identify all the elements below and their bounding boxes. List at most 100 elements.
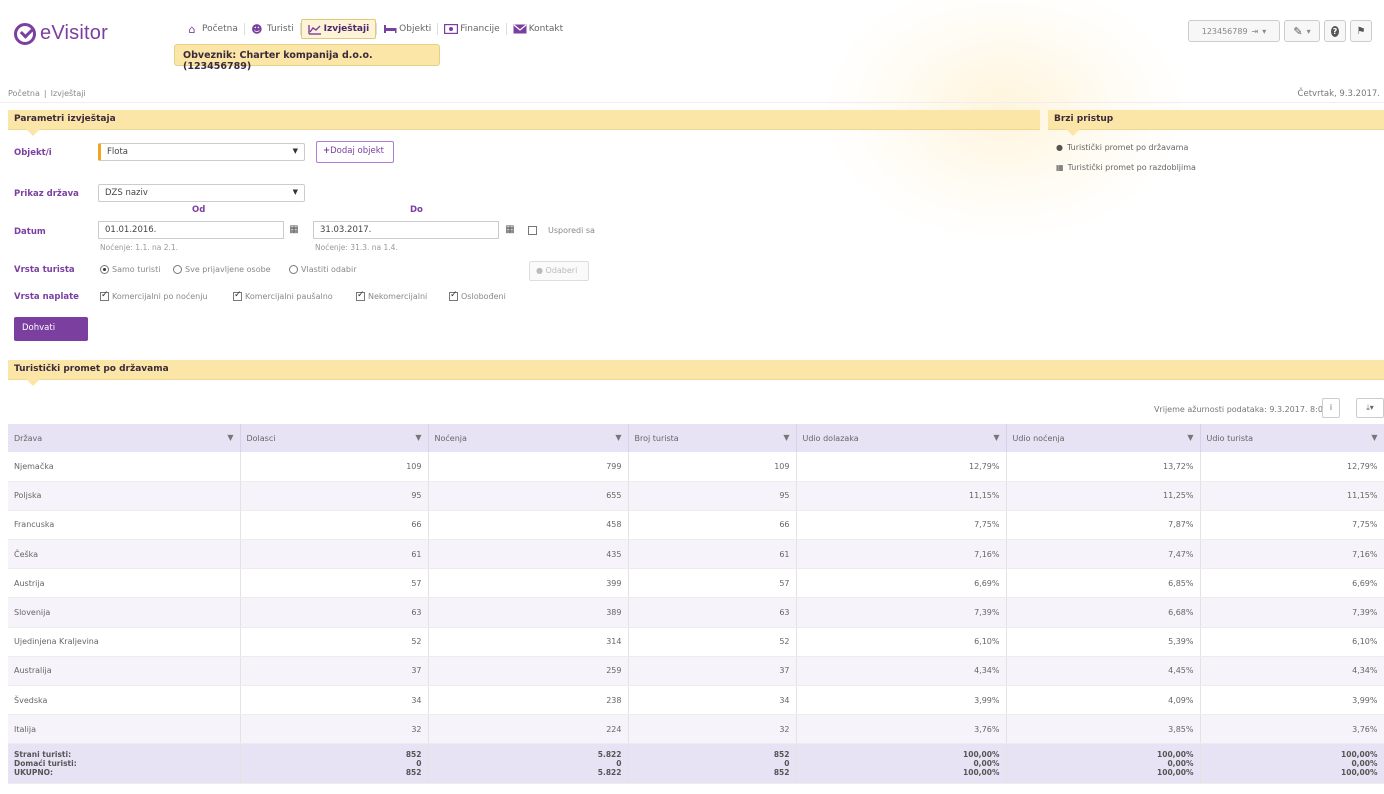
table-cell: 11,15%: [1200, 481, 1384, 511]
table-cell: 799: [428, 452, 629, 482]
date-to-hint: Noćenje: 31.3. na 1.4.: [315, 243, 398, 252]
prikaz-select[interactable]: DZS naziv ▼: [98, 184, 305, 202]
table-row[interactable]: Francuska 66 458 66 7,75% 7,87% 7,75%: [8, 510, 1384, 541]
checkbox-komercijalni-pausalno[interactable]: Komercijalni paušalno: [233, 290, 333, 301]
checkbox-nekomercijalni[interactable]: Nekomercijalni: [356, 290, 428, 301]
radio-samo-turisti[interactable]: Samo turisti: [100, 265, 160, 274]
table-row[interactable]: Njemačka 109 799 109 12,79% 13,72% 12,79%: [8, 452, 1384, 482]
filter-icon[interactable]: ▼: [783, 433, 789, 442]
table-row[interactable]: Ujedinjena Kraljevina 52 314 52 6,10% 5,39% 6,…: [8, 627, 1384, 657]
filter-icon[interactable]: ▼: [993, 433, 999, 442]
table-cell: 66: [628, 510, 797, 541]
nav-item-turisti[interactable]: ☻ Turisti: [245, 19, 300, 39]
table-cell: 4,45%: [1006, 656, 1201, 687]
do-column-label: Do: [410, 205, 423, 215]
table-cell: 12,79%: [1200, 452, 1384, 482]
table-row[interactable]: Češka 61 435 61 7,16% 7,47% 7,16%: [8, 539, 1384, 570]
table-cell: 37: [240, 656, 429, 687]
radio-vlastiti-odabir[interactable]: Vlastiti odabir: [289, 265, 357, 274]
table-row[interactable]: Poljska 95 655 95 11,15% 11,25% 11,15%: [8, 481, 1384, 511]
column-header[interactable]: Broj turista ▼: [628, 424, 797, 452]
calendar-icon: ▦: [1056, 163, 1064, 172]
table-row[interactable]: Švedska 34 238 34 3,99% 4,09% 3,99%: [8, 685, 1384, 716]
nav-item-financije[interactable]: Financije: [438, 19, 505, 39]
evisitor-logo-icon: [14, 22, 36, 45]
filter-icon[interactable]: ▼: [1187, 433, 1193, 442]
report-table: Država ▼ Dolasci ▼ Noćenja ▼ Broj turista ▼ …: [8, 424, 1384, 785]
footer-cell: 852 0 852: [240, 743, 429, 785]
help-button[interactable]: ?: [1324, 20, 1346, 42]
export-button[interactable]: ⤓▾: [1356, 398, 1384, 418]
language-button[interactable]: ⚑: [1350, 20, 1372, 42]
account-dropdown[interactable]: 123456789 ⇥ ▾: [1188, 20, 1280, 42]
settings-dropdown[interactable]: ✎ ▾: [1284, 20, 1320, 42]
footer-value: 5.822: [597, 768, 622, 778]
table-cell: 224: [428, 714, 629, 745]
date-to-input[interactable]: 31.03.2017.: [313, 221, 499, 239]
column-header[interactable]: Udio dolazaka ▼: [796, 424, 1007, 452]
nav-item-izvjestaji[interactable]: Izvještaji: [300, 19, 377, 39]
table-cell: 7,39%: [1200, 597, 1384, 628]
objekt-select[interactable]: Flota ▼: [98, 143, 305, 161]
column-header[interactable]: Noćenja ▼: [428, 424, 629, 452]
filter-icon[interactable]: ▼: [1371, 433, 1377, 442]
footer-value: 852: [773, 768, 790, 778]
footer-value: 0: [616, 759, 622, 769]
date-from-input[interactable]: 01.01.2016.: [98, 221, 284, 239]
table-cell: Austrija: [8, 568, 241, 599]
table-row[interactable]: Italija 32 224 32 3,76% 3,85% 3,76%: [8, 714, 1384, 745]
checkbox-oslobodeni[interactable]: Oslobođeni: [449, 290, 506, 301]
column-header[interactable]: Dolasci ▼: [240, 424, 429, 452]
quick-link-drzave[interactable]: ● Turistički promet po državama: [1056, 143, 1188, 152]
nav-item-pocetna[interactable]: ⌂ Početna: [180, 19, 244, 39]
column-header[interactable]: Država ▼: [8, 424, 241, 452]
calendar-icon[interactable]: ▦: [503, 223, 517, 237]
obveznik-badge[interactable]: Obveznik: Charter kompanija d.o.o. (1234…: [174, 44, 440, 72]
filter-icon[interactable]: ▼: [615, 433, 621, 442]
table-cell: Švedska: [8, 685, 241, 716]
table-row[interactable]: Australija 37 259 37 4,34% 4,45% 4,34%: [8, 656, 1384, 687]
footer-value: 0,00%: [1351, 759, 1378, 769]
date-from-hint: Noćenje: 1.1. na 2.1.: [100, 243, 179, 252]
table-cell: 3,85%: [1006, 714, 1201, 745]
footer-value: 0: [784, 759, 790, 769]
footer-value: 5.822: [597, 750, 622, 760]
checkbox-komercijalni-nocenje[interactable]: Komercijalni po noćenju: [100, 290, 208, 301]
filter-icon[interactable]: ▼: [415, 433, 421, 442]
quick-link-razdoblja[interactable]: ▦ Turistički promet po razdobljima: [1056, 163, 1196, 172]
table-cell: 7,16%: [796, 539, 1007, 570]
table-cell: 61: [628, 539, 797, 570]
nav-item-objekti[interactable]: Objekti: [377, 19, 437, 39]
table-cell: 95: [628, 481, 797, 511]
calendar-icon[interactable]: ▦: [287, 223, 301, 237]
footer-value: 100,00%: [1157, 750, 1194, 760]
odaberi-button[interactable]: ● Odaberi: [529, 261, 589, 281]
radio-sve-prijavljene[interactable]: Sve prijavljene osobe: [173, 265, 271, 274]
fetch-button[interactable]: Dohvati: [14, 317, 88, 341]
checkbox-label: Nekomercijalni: [368, 292, 428, 301]
table-cell: 32: [628, 714, 797, 745]
table-row[interactable]: Austrija 57 399 57 6,69% 6,85% 6,69%: [8, 568, 1384, 599]
table-cell: 34: [240, 685, 429, 716]
breadcrumb-current: Izvještaji: [50, 89, 86, 98]
help-icon: ?: [1331, 25, 1339, 37]
table-row[interactable]: Slovenija 63 389 63 7,39% 6,68% 7,39%: [8, 597, 1384, 628]
table-cell: 6,69%: [796, 568, 1007, 599]
table-cell: Poljska: [8, 481, 241, 511]
table-footer-row: Strani turisti: Domaći turisti: UKUPNO: 852…: [8, 743, 1384, 785]
column-header[interactable]: Udio turista ▼: [1200, 424, 1384, 452]
column-header[interactable]: Udio noćenja ▼: [1006, 424, 1201, 452]
info-button[interactable]: i: [1322, 398, 1340, 418]
compare-checkbox[interactable]: Usporedi sa: [528, 226, 595, 235]
nav-item-kontakt[interactable]: Kontakt: [507, 19, 569, 39]
brand-logo[interactable]: eVisitor: [14, 22, 108, 45]
add-object-button[interactable]: +Dodaj objekt: [316, 141, 394, 163]
table-cell: 57: [628, 568, 797, 599]
filter-icon[interactable]: ▼: [227, 433, 233, 442]
footer-value: 100,00%: [963, 750, 1000, 760]
logout-icon: ⇥: [1251, 26, 1259, 36]
footer-label: UKUPNO:: [14, 768, 54, 778]
radio-label: Sve prijavljene osobe: [185, 265, 271, 274]
objekt-value: Flota: [107, 147, 128, 157]
breadcrumb-home[interactable]: Početna: [8, 89, 40, 98]
